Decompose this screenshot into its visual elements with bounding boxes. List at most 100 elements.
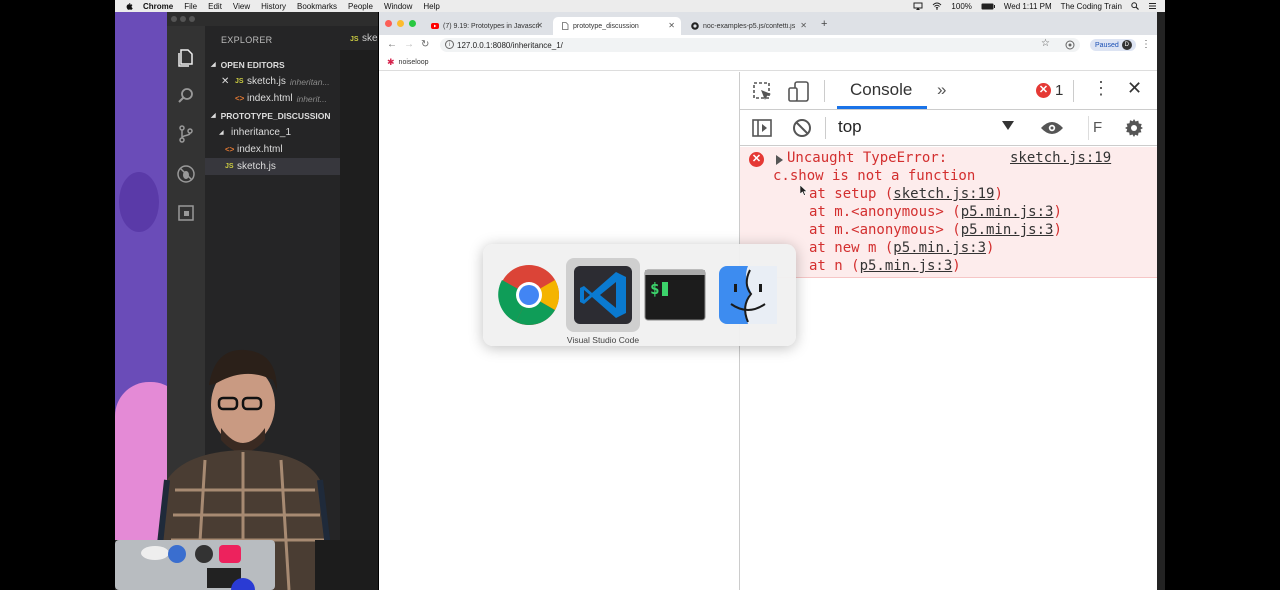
stack-frame-text: ): [1053, 222, 1062, 238]
chevron-down-icon[interactable]: [1002, 121, 1014, 130]
inspect-element-icon[interactable]: [753, 82, 773, 102]
vscode-icon[interactable]: [572, 264, 634, 326]
battery-icon[interactable]: [981, 3, 995, 10]
filter-input[interactable]: F: [1088, 116, 1104, 140]
menu-app-name[interactable]: Chrome: [143, 2, 173, 11]
close-devtools-icon[interactable]: ✕: [1127, 78, 1142, 99]
info-icon[interactable]: i: [445, 40, 454, 49]
bookmark-star-icon[interactable]: ☆: [1041, 38, 1050, 49]
profile-paused-button[interactable]: Paused D: [1090, 39, 1136, 51]
apple-icon[interactable]: [125, 2, 133, 10]
stack-frame: at setup (sketch.js:19): [809, 186, 1003, 202]
stack-frame-text: ): [1053, 204, 1062, 220]
js-file-icon: JS: [350, 36, 359, 43]
menu-window[interactable]: Window: [384, 2, 412, 11]
stack-frame: at new m (p5.min.js:3): [809, 240, 994, 256]
console-error-message[interactable]: ✕ Uncaught TypeError: sketch.js:19 c.sho…: [740, 147, 1157, 278]
forward-icon[interactable]: →: [404, 39, 414, 50]
open-editor-item[interactable]: ✕ JS sketch.js inheritan...: [205, 73, 340, 90]
chrome-icon[interactable]: [498, 264, 560, 326]
editor-tab[interactable]: JS ske: [340, 26, 378, 50]
menu-bookmarks[interactable]: Bookmarks: [297, 2, 337, 11]
window-minimize-button[interactable]: [397, 20, 404, 27]
folder-item[interactable]: ◢ inheritance_1: [205, 124, 340, 141]
device-toolbar-icon[interactable]: [788, 81, 810, 103]
tab-close-icon[interactable]: ✕: [668, 21, 675, 30]
stack-frame-link[interactable]: p5.min.js:3: [961, 204, 1054, 220]
menu-help[interactable]: Help: [423, 2, 439, 11]
window-close-button[interactable]: [385, 20, 392, 27]
menu-file[interactable]: File: [184, 2, 197, 11]
wifi-icon[interactable]: [932, 2, 942, 10]
notification-center-icon[interactable]: [1148, 2, 1157, 10]
file-item[interactable]: <> index.html: [205, 141, 340, 158]
expand-triangle-icon[interactable]: [776, 155, 783, 165]
sidebar-toggle-icon[interactable]: [752, 119, 772, 137]
stack-frame-link[interactable]: sketch.js:19: [893, 186, 994, 202]
gear-icon[interactable]: [1124, 118, 1144, 138]
divider: [824, 80, 825, 102]
desktop-wallpaper: [115, 12, 167, 590]
mouse-cursor-icon: [800, 185, 808, 196]
stack-frame-text: at n (: [809, 258, 860, 274]
open-editor-path: inherit...: [296, 93, 327, 104]
source-control-icon[interactable]: [175, 123, 197, 145]
browser-tab[interactable]: noc-examples-p5.js/confetti.js ✕: [683, 17, 813, 35]
youtube-icon: [431, 23, 439, 29]
debug-icon[interactable]: [175, 163, 197, 185]
file-item[interactable]: JS sketch.js: [205, 158, 340, 175]
back-icon[interactable]: ←: [387, 39, 397, 50]
context-selector[interactable]: top: [838, 117, 862, 137]
menu-people[interactable]: People: [348, 2, 373, 11]
close-icon[interactable]: ✕: [221, 76, 235, 87]
devtools-menu-icon[interactable]: ⋮: [1092, 78, 1110, 99]
tab-close-icon[interactable]: ✕: [536, 21, 543, 30]
menu-bar: Chrome File Edit View History Bookmarks …: [115, 0, 1165, 12]
stack-frame-link[interactable]: p5.min.js:3: [860, 258, 953, 274]
error-title: Uncaught TypeError:: [787, 150, 948, 166]
reload-icon[interactable]: ↻: [421, 39, 429, 50]
error-source-link[interactable]: sketch.js:19: [1010, 150, 1111, 166]
project-section[interactable]: ◢ PROTOTYPE_DISCUSSION: [205, 107, 340, 124]
address-bar[interactable]: i 127.0.0.1:8080/inheritance_1/: [440, 38, 1080, 52]
clear-console-icon[interactable]: [792, 118, 812, 138]
editor-area[interactable]: JS ske: [340, 26, 378, 590]
error-count-badge[interactable]: ✕ 1: [1036, 82, 1063, 99]
search-icon[interactable]: [175, 85, 197, 107]
chrome-menu-icon[interactable]: ⋮: [1141, 39, 1151, 50]
menu-history[interactable]: History: [261, 2, 286, 11]
more-tabs-icon[interactable]: »: [937, 80, 946, 100]
airplay-icon[interactable]: [913, 2, 923, 10]
menu-clock[interactable]: Wed 1:11 PM: [1004, 2, 1052, 11]
eye-icon[interactable]: [1040, 120, 1064, 136]
window-zoom-button[interactable]: [189, 16, 195, 22]
browser-tab-active[interactable]: prototype_discussion ✕: [553, 17, 681, 35]
stack-frame-link[interactable]: p5.min.js:3: [893, 240, 986, 256]
spotlight-icon[interactable]: [1131, 2, 1139, 10]
menu-view[interactable]: View: [233, 2, 250, 11]
caret-down-icon: ◢: [211, 113, 216, 119]
extensions-icon[interactable]: [175, 202, 197, 224]
vscode-window: EXPLORER ◢ OPEN EDITORS ✕ JS sketch.js i…: [167, 12, 378, 590]
tab-console[interactable]: Console: [850, 80, 912, 100]
open-editors-section[interactable]: ◢ OPEN EDITORS: [205, 56, 340, 73]
extension-icon[interactable]: [1065, 40, 1075, 50]
terminal-icon[interactable]: $: [644, 264, 706, 326]
menu-extras: 100% Wed 1:11 PM The Coding Train: [913, 2, 1165, 11]
bookmark-item[interactable]: noiseloop: [399, 59, 429, 66]
window-zoom-button[interactable]: [409, 20, 416, 27]
menu-user[interactable]: The Coding Train: [1061, 2, 1122, 11]
finder-icon[interactable]: [717, 264, 779, 326]
new-tab-icon[interactable]: +: [821, 18, 827, 30]
menu-edit[interactable]: Edit: [208, 2, 222, 11]
tab-close-icon[interactable]: ✕: [800, 21, 807, 30]
active-tab-indicator: [837, 106, 927, 109]
svg-text:$: $: [650, 279, 660, 298]
window-close-button[interactable]: [171, 16, 177, 22]
browser-tab[interactable]: (7) 9.19: Prototypes in Javascri ✕: [423, 17, 549, 35]
open-editor-item[interactable]: <> index.html inherit...: [205, 90, 340, 107]
files-icon[interactable]: [175, 46, 197, 68]
stack-frame-text: at new m (: [809, 240, 894, 256]
window-minimize-button[interactable]: [180, 16, 186, 22]
stack-frame-link[interactable]: p5.min.js:3: [961, 222, 1054, 238]
